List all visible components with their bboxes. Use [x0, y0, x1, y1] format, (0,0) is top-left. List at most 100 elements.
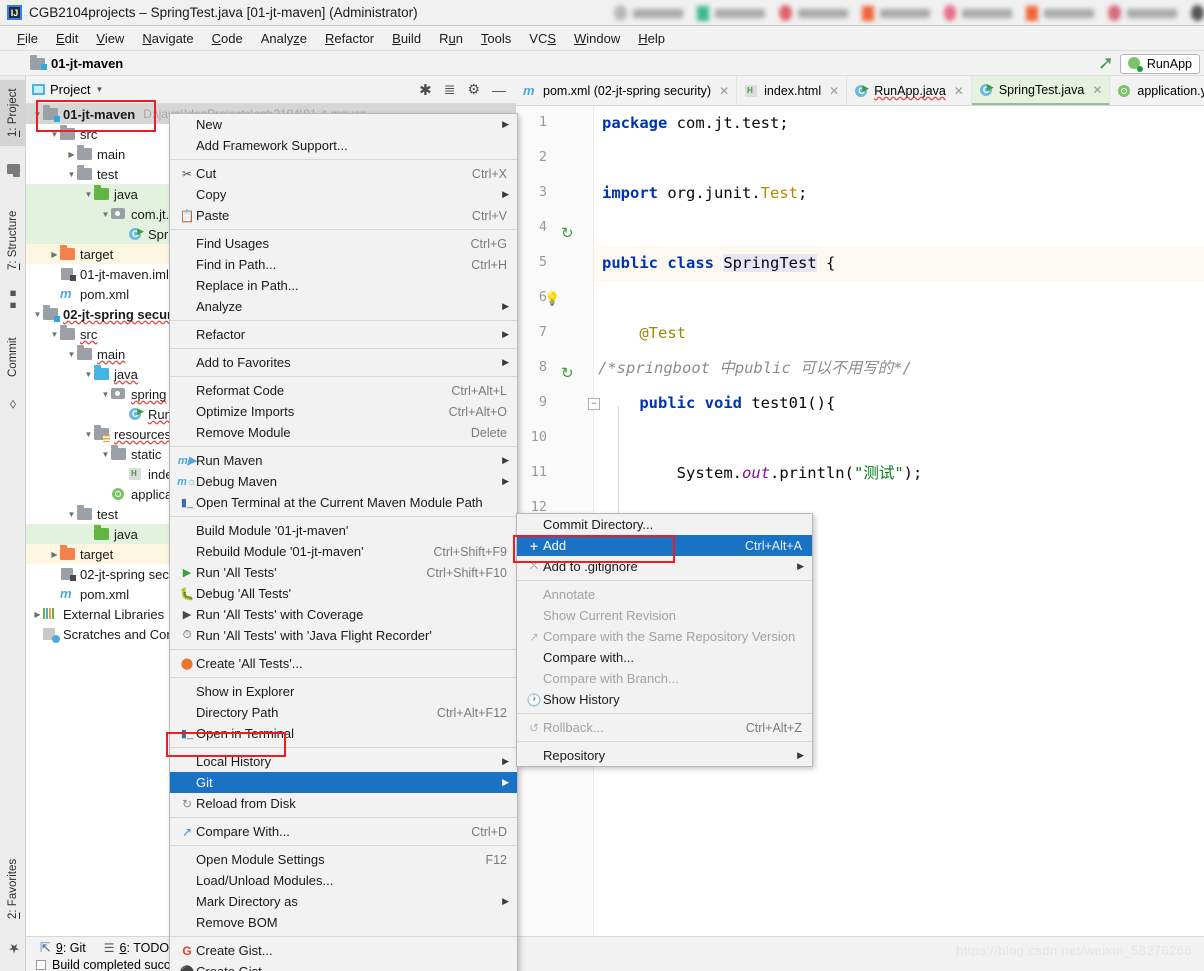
- chevron-down-icon[interactable]: ▼: [32, 110, 43, 119]
- menu-item[interactable]: Repository ▶: [517, 745, 812, 766]
- menu-item[interactable]: ⏱ Run 'All Tests' with 'Java Flight Recor…: [170, 625, 517, 646]
- chevron-right-icon[interactable]: ▶: [49, 250, 60, 259]
- menu-item[interactable]: ↻ Reload from Disk: [170, 793, 517, 814]
- menu-item[interactable]: ▮_ Open Terminal at the Current Maven Mod…: [170, 492, 517, 513]
- editor-tab[interactable]: m pom.xml (02-jt-spring security) ✕: [516, 76, 738, 105]
- tool-tab-commit[interactable]: Commit: [0, 326, 26, 388]
- menu-item[interactable]: Directory Path Ctrl+Alt+F12: [170, 702, 517, 723]
- menu-item[interactable]: Copy ▶: [170, 184, 517, 205]
- menu-item[interactable]: Remove BOM: [170, 912, 517, 933]
- chevron-right-icon[interactable]: ▶: [32, 610, 43, 619]
- menu-item[interactable]: Add Framework Support...: [170, 135, 517, 156]
- menu-item[interactable]: Analyze ▶: [170, 296, 517, 317]
- chevron-down-icon[interactable]: ▼: [100, 210, 111, 219]
- chevron-down-icon[interactable]: ▼: [100, 450, 111, 459]
- menu-item[interactable]: m▶ Run Maven ▶: [170, 450, 517, 471]
- menu-item[interactable]: Mark Directory as ▶: [170, 891, 517, 912]
- chevron-down-icon[interactable]: ▼: [66, 170, 77, 179]
- scroll-from-source-icon[interactable]: ✱: [419, 81, 432, 99]
- chevron-down-icon[interactable]: ▼: [49, 330, 60, 339]
- project-context-menu[interactable]: New ▶ Add Framework Support... ✂ Cut Ctrl+X Co…: [169, 113, 518, 971]
- menu-item[interactable]: ▮_ Open in Terminal: [170, 723, 517, 744]
- bottom-tab-git[interactable]: ⇱ 9: Git: [40, 940, 86, 956]
- fold-collapse-icon[interactable]: −: [588, 398, 600, 410]
- editor-tab-strip[interactable]: m pom.xml (02-jt-spring security) ✕ Hindex.…: [516, 76, 1204, 106]
- menu-item[interactable]: Add to Favorites ▶: [170, 352, 517, 373]
- chevron-down-icon[interactable]: ▼: [49, 130, 60, 139]
- menu-item[interactable]: Commit Directory...: [517, 514, 812, 535]
- menu-edit[interactable]: Edit: [47, 28, 87, 49]
- tool-tab-favorites[interactable]: 2: Favorites: [0, 846, 26, 932]
- hide-icon[interactable]: —: [492, 82, 506, 98]
- menu-item[interactable]: + Add Ctrl+Alt+A: [517, 535, 812, 556]
- run-test-method-gutter-icon[interactable]: ↻: [561, 364, 574, 382]
- editor-tab[interactable]: application.yml✕: [1110, 76, 1204, 105]
- git-submenu[interactable]: Commit Directory... + Add Ctrl+Alt+A ⛌ Add to…: [516, 513, 813, 767]
- tool-tab-web[interactable]: Web: [0, 964, 26, 971]
- chevron-right-icon[interactable]: ▶: [49, 550, 60, 559]
- editor-tab[interactable]: C ▶ SpringTest.java ✕: [971, 76, 1111, 105]
- chevron-down-icon[interactable]: ▼: [83, 430, 94, 439]
- chevron-down-icon[interactable]: ▼: [32, 310, 43, 319]
- project-view-selector[interactable]: Project ▼: [32, 82, 103, 97]
- chevron-down-icon[interactable]: ▼: [83, 370, 94, 379]
- menu-navigate[interactable]: Navigate: [133, 28, 202, 49]
- menu-item[interactable]: Rebuild Module '01-jt-maven' Ctrl+Shift+F…: [170, 541, 517, 562]
- menu-item[interactable]: ⚫Create Gist...: [170, 961, 517, 971]
- menu-item[interactable]: ▶ Run 'All Tests' Ctrl+Shift+F10: [170, 562, 517, 583]
- menu-view[interactable]: View: [87, 28, 133, 49]
- menu-item[interactable]: Find Usages Ctrl+G: [170, 233, 517, 254]
- breadcrumb[interactable]: 01-jt-maven: [30, 55, 123, 71]
- chevron-down-icon[interactable]: ▼: [100, 390, 111, 399]
- chevron-down-icon[interactable]: ▼: [66, 350, 77, 359]
- collapse-all-icon[interactable]: ≣: [444, 81, 456, 98]
- close-icon[interactable]: ✕: [719, 84, 729, 98]
- menu-item[interactable]: Git ▶: [170, 772, 517, 793]
- menu-refactor[interactable]: Refactor: [316, 28, 383, 49]
- menu-run[interactable]: Run: [430, 28, 472, 49]
- close-icon[interactable]: ✕: [1092, 83, 1102, 97]
- menu-item[interactable]: 📋 Paste Ctrl+V: [170, 205, 517, 226]
- build-hammer-icon[interactable]: ➚: [1098, 54, 1114, 73]
- menu-item[interactable]: ⬤ Create 'All Tests'...: [170, 653, 517, 674]
- chevron-down-icon[interactable]: ▼: [83, 190, 94, 199]
- editor-tab[interactable]: Hindex.html ✕: [737, 76, 848, 105]
- run-configuration-selector[interactable]: RunApp: [1119, 53, 1200, 74]
- menu-analyze[interactable]: Analyze: [252, 28, 316, 49]
- menu-item[interactable]: Reformat Code Ctrl+Alt+L: [170, 380, 517, 401]
- menu-item[interactable]: m☼ Debug Maven ▶: [170, 471, 517, 492]
- menu-item[interactable]: Find in Path... Ctrl+H: [170, 254, 517, 275]
- menu-tools[interactable]: Tools: [472, 28, 520, 49]
- gear-icon[interactable]: ⚙: [467, 81, 480, 98]
- menu-item[interactable]: Refactor ▶: [170, 324, 517, 345]
- menu-item[interactable]: G Create Gist...: [170, 940, 517, 961]
- menu-item[interactable]: Load/Unload Modules...: [170, 870, 517, 891]
- menu-build[interactable]: Build: [383, 28, 430, 49]
- tool-tab-project[interactable]: 1: Project: [0, 80, 26, 146]
- menu-item[interactable]: Compare with...: [517, 647, 812, 668]
- menu-help[interactable]: Help: [629, 28, 674, 49]
- menu-code[interactable]: Code: [203, 28, 252, 49]
- menu-item[interactable]: Show in Explorer: [170, 681, 517, 702]
- menu-item[interactable]: Build Module '01-jt-maven': [170, 520, 517, 541]
- menu-item[interactable]: ⛌ Add to .gitignore ▶: [517, 556, 812, 577]
- chevron-down-icon[interactable]: ▼: [66, 510, 77, 519]
- menu-item[interactable]: Replace in Path...: [170, 275, 517, 296]
- tool-tab-structure[interactable]: 7: Structure: [0, 200, 26, 280]
- close-icon[interactable]: ✕: [954, 84, 964, 98]
- menu-item[interactable]: 🐛 Debug 'All Tests': [170, 583, 517, 604]
- menu-item[interactable]: Remove Module Delete: [170, 422, 517, 443]
- run-test-gutter-icon[interactable]: ↻: [561, 224, 574, 242]
- close-icon[interactable]: ✕: [829, 84, 839, 98]
- menu-item[interactable]: ✂ Cut Ctrl+X: [170, 163, 517, 184]
- menu-item[interactable]: 🕐 Show History: [517, 689, 812, 710]
- bottom-tab-todo[interactable]: ☰ 6: TODO: [104, 941, 169, 955]
- chevron-right-icon[interactable]: ▶: [66, 150, 77, 159]
- chevron-down-icon[interactable]: ▼: [95, 85, 103, 94]
- menu-item[interactable]: ↗ Compare With... Ctrl+D: [170, 821, 517, 842]
- menu-vcs[interactable]: VCS: [520, 28, 565, 49]
- menu-item[interactable]: Local History ▶: [170, 751, 517, 772]
- menu-item[interactable]: ▶ Run 'All Tests' with Coverage: [170, 604, 517, 625]
- menu-item[interactable]: New ▶: [170, 114, 517, 135]
- menu-file[interactable]: File: [8, 28, 47, 49]
